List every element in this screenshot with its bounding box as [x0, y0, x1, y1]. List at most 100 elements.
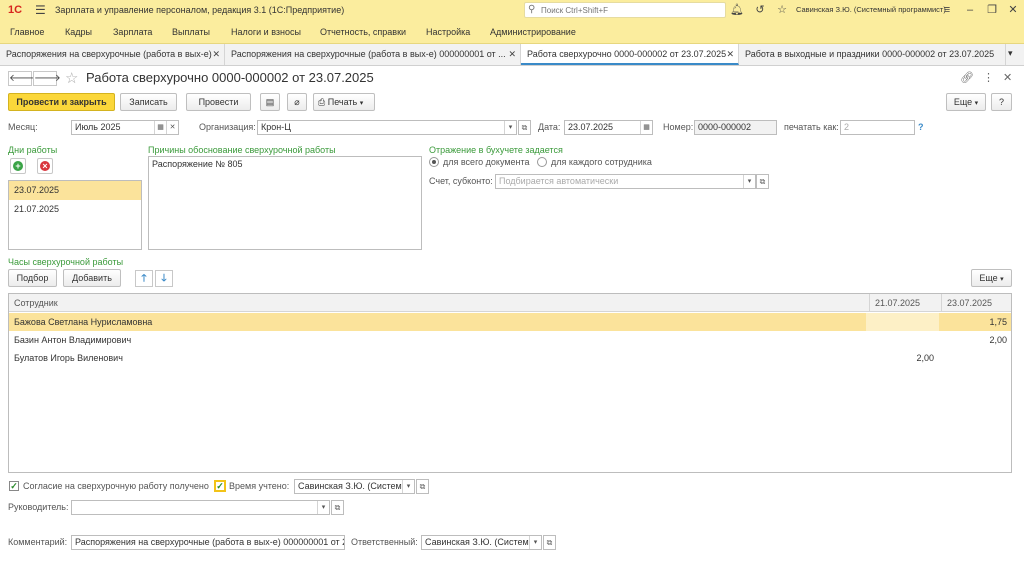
- month-field[interactable]: Июль 2025 ▦ ✕: [71, 120, 179, 135]
- table-row[interactable]: Базин Антон Владимирович 2,00: [9, 331, 1011, 349]
- back-button[interactable]: 🡐: [8, 71, 36, 86]
- day2-cell[interactable]: [941, 349, 1007, 367]
- column-header-employee[interactable]: Сотрудник: [9, 294, 869, 312]
- tabs-dropdown-icon[interactable]: ▾: [1008, 48, 1013, 59]
- settings-menu-icon[interactable]: ≡: [940, 3, 954, 17]
- comment-field[interactable]: Распоряжения на сверхурочные (работа в в…: [71, 535, 345, 550]
- tab-overtime-order[interactable]: Распоряжения на сверхурочные (работа в в…: [225, 44, 521, 65]
- radio-each-employee[interactable]: [537, 157, 547, 167]
- close-icon[interactable]: ✕: [1006, 3, 1020, 17]
- employee-cell: Булатов Игорь Виленович: [14, 353, 123, 363]
- open-responsible-button[interactable]: ⧉: [543, 535, 556, 550]
- bell-icon[interactable]: 🔔︎: [730, 3, 744, 17]
- chevron-down-icon[interactable]: ▾: [402, 480, 414, 493]
- tab-close-icon[interactable]: ✕: [726, 44, 734, 63]
- menu-item-admin[interactable]: Администрирование: [490, 20, 576, 44]
- menu-item-payments[interactable]: Выплаты: [172, 20, 210, 44]
- menu-item-hr[interactable]: Кадры: [65, 20, 92, 44]
- list-icon: ▤: [265, 97, 275, 107]
- radio-whole-document[interactable]: [429, 157, 439, 167]
- title-bar: 1С ☰ Зарплата и управление персоналом, р…: [0, 0, 1024, 20]
- select-employees-button[interactable]: Подбор: [8, 269, 57, 287]
- help-question-icon[interactable]: ?: [918, 120, 924, 134]
- calendar-icon[interactable]: ▦: [154, 121, 166, 134]
- responsible-field[interactable]: Савинская З.Ю. (Систем ▾: [421, 535, 542, 550]
- organization-field[interactable]: Крон-Ц ▾: [257, 120, 517, 135]
- move-up-arrow-icon[interactable]: 🡑: [135, 270, 153, 287]
- time-counted-label: Время учтено:: [229, 481, 290, 491]
- menu-item-taxes[interactable]: Налоги и взносы: [231, 20, 301, 44]
- account-field[interactable]: Подбирается автоматически ▾: [495, 174, 756, 189]
- column-header-day1[interactable]: 21.07.2025: [869, 294, 941, 312]
- menu-item-settings[interactable]: Настройка: [426, 20, 470, 44]
- tab-close-icon[interactable]: ✕: [212, 44, 220, 65]
- main-menu-icon[interactable]: ☰: [35, 3, 47, 17]
- clear-field-icon[interactable]: ✕: [166, 121, 178, 134]
- remove-day-button[interactable]: ×: [37, 158, 53, 174]
- day2-cell[interactable]: 2,00: [941, 331, 1007, 349]
- column-header-day2[interactable]: 23.07.2025: [941, 294, 1011, 312]
- post-and-close-button[interactable]: Провести и закрыть: [8, 93, 115, 111]
- tab-close-icon[interactable]: ✕: [508, 44, 516, 65]
- move-down-arrow-icon[interactable]: 🡓: [155, 270, 173, 287]
- table-row[interactable]: Булатов Игорь Виленович 2,00: [9, 349, 1011, 367]
- number-field[interactable]: 0000-000002: [694, 120, 777, 135]
- global-search[interactable]: ⚲: [524, 2, 726, 18]
- list-item[interactable]: 23.07.2025: [9, 181, 141, 200]
- chevron-down-icon[interactable]: ▾: [317, 501, 329, 514]
- day1-cell[interactable]: [866, 331, 936, 349]
- chevron-down-icon[interactable]: ▾: [504, 121, 516, 134]
- month-label: Месяц:: [8, 122, 38, 132]
- print-as-field[interactable]: 2: [840, 120, 915, 135]
- day2-cell[interactable]: 1,75: [941, 313, 1007, 331]
- restore-icon[interactable]: ❐: [985, 3, 999, 17]
- favorite-star-icon[interactable]: ☆: [65, 69, 78, 87]
- time-counted-field[interactable]: Савинская З.Ю. (Систем ▾: [294, 479, 415, 494]
- day1-cell[interactable]: [866, 313, 939, 331]
- save-button[interactable]: Записать: [120, 93, 177, 111]
- table-row[interactable]: Бажова Светлана Нурисламовна 1,75: [9, 313, 1011, 331]
- print-button[interactable]: ⎙ Печать ▾: [313, 93, 375, 111]
- calendar-icon[interactable]: ▦: [640, 121, 652, 134]
- tab-overtime-document[interactable]: Работа сверхурочно 0000-000002 от 23.07.…: [521, 44, 739, 65]
- add-day-button[interactable]: +: [10, 158, 26, 174]
- menu-item-reports[interactable]: Отчетность, справки: [320, 20, 406, 44]
- tab-overtime-orders-list[interactable]: Распоряжения на сверхурочные (работа в в…: [0, 44, 225, 65]
- time-counted-checkbox[interactable]: ✓: [214, 480, 226, 492]
- tab-label: Распоряжения на сверхурочные (работа в в…: [231, 49, 506, 59]
- employee-cell: Базин Антон Владимирович: [14, 335, 132, 345]
- day1-cell[interactable]: 2,00: [866, 349, 934, 367]
- head-field[interactable]: ▾: [71, 500, 330, 515]
- date-field[interactable]: 23.07.2025 ▦: [564, 120, 653, 135]
- tab-holiday-work[interactable]: Работа в выходные и праздники 0000-00000…: [739, 44, 1006, 65]
- menu-item-salary[interactable]: Зарплата: [113, 20, 152, 44]
- list-item[interactable]: 21.07.2025: [9, 200, 141, 219]
- open-account-button[interactable]: ⧉: [756, 174, 769, 189]
- help-button[interactable]: ?: [991, 93, 1012, 111]
- table-more-button[interactable]: Еще ▾: [971, 269, 1012, 287]
- attachments-button[interactable]: ⌀: [287, 93, 307, 111]
- favorites-star-icon[interactable]: ☆: [775, 3, 789, 17]
- add-row-button[interactable]: Добавить: [63, 269, 121, 287]
- work-days-title: Дни работы: [8, 145, 58, 155]
- open-head-button[interactable]: ⧉: [331, 500, 344, 515]
- history-icon[interactable]: ↺: [753, 3, 767, 17]
- more-actions-icon[interactable]: ⋮: [983, 71, 994, 84]
- responsible-label: Ответственный:: [351, 537, 418, 547]
- consent-checkbox[interactable]: ✓: [9, 481, 19, 491]
- open-time-counted-button[interactable]: ⧉: [416, 479, 429, 494]
- post-button[interactable]: Провести: [186, 93, 251, 111]
- main-menu: Главное Кадры Зарплата Выплаты Налоги и …: [0, 20, 1024, 44]
- forward-button[interactable]: 🡒: [33, 71, 61, 86]
- chevron-down-icon[interactable]: ▾: [529, 536, 541, 549]
- reasons-textarea[interactable]: Распоряжение № 805: [148, 156, 422, 250]
- more-button[interactable]: Еще ▾: [946, 93, 986, 111]
- chevron-down-icon[interactable]: ▾: [743, 175, 755, 188]
- minimize-icon[interactable]: –: [963, 3, 977, 17]
- menu-item-main[interactable]: Главное: [10, 20, 44, 44]
- link-icon[interactable]: 🔗︎: [960, 71, 974, 84]
- open-organization-button[interactable]: ⧉: [518, 120, 531, 135]
- document-structure-button[interactable]: ▤: [260, 93, 280, 111]
- form-close-icon[interactable]: ✕: [1003, 71, 1012, 84]
- search-input[interactable]: [539, 4, 719, 16]
